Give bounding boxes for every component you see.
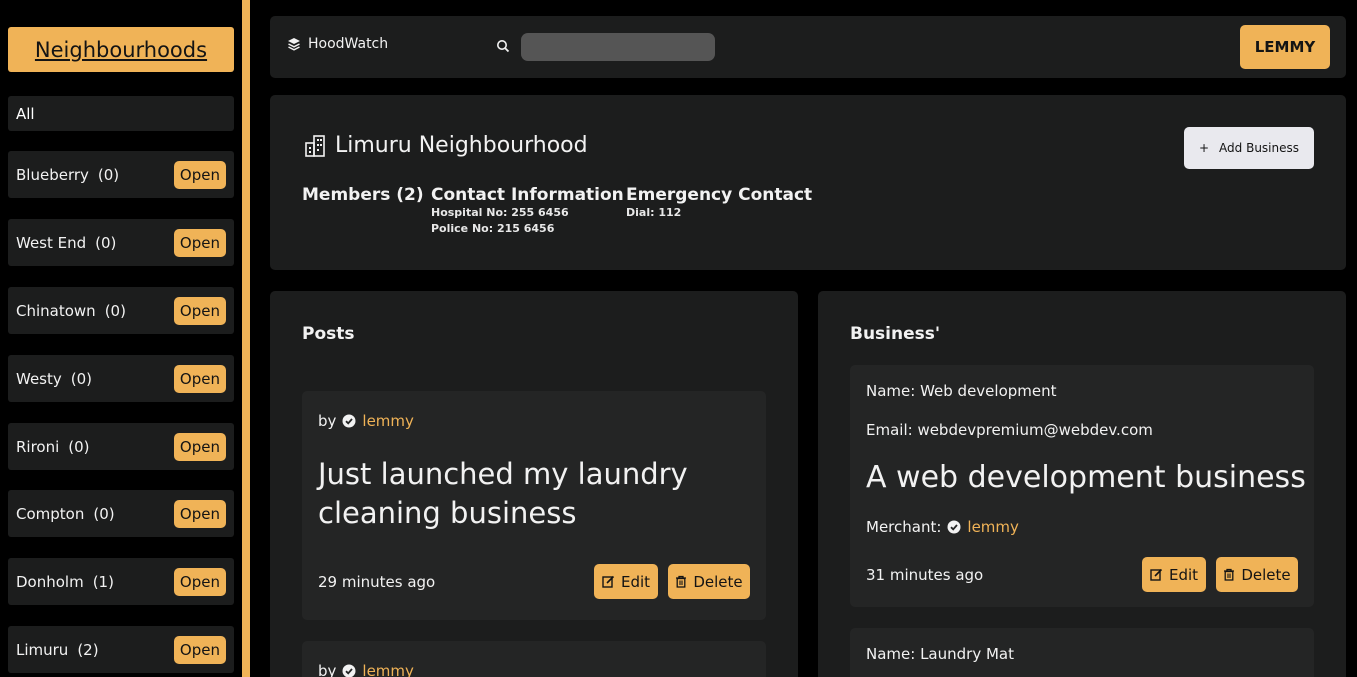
delete-label: Delete (693, 572, 743, 591)
open-button[interactable]: Open (173, 160, 226, 189)
sidebar-item-label: Donholm (1) (16, 572, 114, 591)
sidebar-item-limuru: Limuru (2) Open (8, 626, 234, 673)
sidebar: Neighbourhoods All Blueberry (0) Open Wes… (0, 0, 242, 677)
business-name: Name: Laundry Mat (866, 645, 1014, 663)
layers-icon (287, 37, 301, 51)
top-navbar: HoodWatch LEMMY (270, 16, 1346, 78)
business-title: Business' (850, 324, 941, 344)
trash-icon (1223, 568, 1235, 581)
edit-label: Edit (1168, 565, 1199, 584)
building-icon (303, 134, 327, 158)
business-card: Name: Laundry Mat (850, 628, 1314, 677)
trash-icon (675, 575, 687, 588)
posts-title: Posts (302, 324, 355, 344)
edit-icon (602, 575, 615, 588)
edit-label: Edit (620, 572, 651, 591)
business-time: 31 minutes ago (866, 566, 984, 584)
open-button[interactable]: Open (173, 499, 226, 528)
delete-button[interactable]: Delete (668, 564, 750, 599)
sidebar-item-westy: Westy (0) Open (8, 355, 234, 402)
post-card: by lemmy (302, 641, 766, 677)
post-author: by lemmy (318, 662, 414, 677)
business-name: Name: Web development (866, 382, 1057, 400)
contact-title: Contact Information (431, 185, 624, 205)
open-button[interactable]: Open (173, 567, 226, 596)
verified-icon (947, 520, 961, 534)
merchant-link[interactable]: lemmy (967, 518, 1019, 536)
delete-label: Delete (1241, 565, 1291, 584)
post-time: 29 minutes ago (318, 573, 436, 591)
sidebar-item-all[interactable]: All (8, 96, 234, 131)
neighbourhood-title: Limuru Neighbourhood (303, 133, 588, 158)
members-count[interactable]: Members (2) (302, 185, 424, 205)
open-button[interactable]: Open (173, 228, 226, 257)
sidebar-item-label: West End (0) (16, 233, 117, 252)
sidebar-item-chinatown: Chinatown (0) Open (8, 287, 234, 334)
search-input[interactable] (521, 33, 715, 61)
sidebar-item-label: Westy (0) (16, 369, 93, 388)
brand[interactable]: HoodWatch (287, 36, 388, 52)
sidebar-item-label: Limuru (2) (16, 640, 99, 659)
open-button[interactable]: Open (173, 635, 226, 664)
sidebar-item-label: Rironi (0) (16, 437, 90, 456)
hospital-number: Hospital No: 255 6456 (431, 206, 569, 219)
business-panel: Business' Name: Web development Email: w… (818, 291, 1346, 677)
post-author: by lemmy (318, 412, 414, 430)
by-label: by (318, 412, 337, 430)
sidebar-item-label: Chinatown (0) (16, 301, 126, 320)
open-button[interactable]: Open (173, 432, 226, 461)
sidebar-item-label: Compton (0) (16, 504, 115, 523)
add-business-button[interactable]: + Add Business (1184, 127, 1314, 169)
plus-icon: + (1198, 141, 1210, 155)
business-card: Name: Web development Email: webdevpremi… (850, 365, 1314, 607)
search-icon (496, 39, 510, 53)
edit-icon (1150, 568, 1163, 581)
sidebar-item-label: Blueberry (0) (16, 165, 120, 184)
user-button[interactable]: LEMMY (1240, 25, 1330, 69)
business-merchant: Merchant: lemmy (866, 518, 1019, 536)
sidebar-item-donholm: Donholm (1) Open (8, 558, 234, 605)
open-button[interactable]: Open (173, 364, 226, 393)
post-text: Just launched my laundry cleaning busine… (318, 457, 688, 530)
posts-panel: Posts by lemmy Just launched my laundry … (270, 291, 798, 677)
author-link[interactable]: lemmy (362, 662, 414, 677)
edit-button[interactable]: Edit (594, 564, 658, 599)
sidebar-item-compton: Compton (0) Open (8, 490, 234, 537)
merchant-label: Merchant: (866, 518, 942, 536)
by-label: by (318, 662, 337, 677)
verified-icon (342, 414, 356, 428)
business-email: Email: webdevpremium@webdev.com (866, 421, 1153, 439)
sidebar-item-west-end: West End (0) Open (8, 219, 234, 266)
author-link[interactable]: lemmy (362, 412, 414, 430)
add-business-label: Add Business (1219, 141, 1300, 155)
members-info: Members (2) (302, 185, 424, 205)
contact-info: Contact Information Hospital No: 255 645… (431, 185, 624, 237)
delete-button[interactable]: Delete (1216, 557, 1298, 592)
emergency-title: Emergency Contact (626, 185, 813, 205)
sidebar-title[interactable]: Neighbourhoods (8, 27, 234, 72)
open-button[interactable]: Open (173, 296, 226, 325)
emergency-dial: Dial: 112 (626, 206, 682, 219)
neighbourhood-card: Limuru Neighbourhood + Add Business Memb… (270, 95, 1346, 270)
brand-name: HoodWatch (308, 36, 389, 52)
business-description: A web development business (866, 460, 1306, 495)
sidebar-item-blueberry: Blueberry (0) Open (8, 151, 234, 198)
police-number: Police No: 215 6456 (431, 222, 555, 235)
neighbourhood-name: Limuru Neighbourhood (335, 133, 588, 158)
sidebar-divider (242, 0, 250, 677)
edit-button[interactable]: Edit (1142, 557, 1206, 592)
post-card: by lemmy Just launched my laundry cleani… (302, 391, 766, 620)
verified-icon (342, 664, 356, 677)
sidebar-item-rironi: Rironi (0) Open (8, 423, 234, 470)
emergency-info: Emergency Contact Dial: 112 (626, 185, 812, 221)
